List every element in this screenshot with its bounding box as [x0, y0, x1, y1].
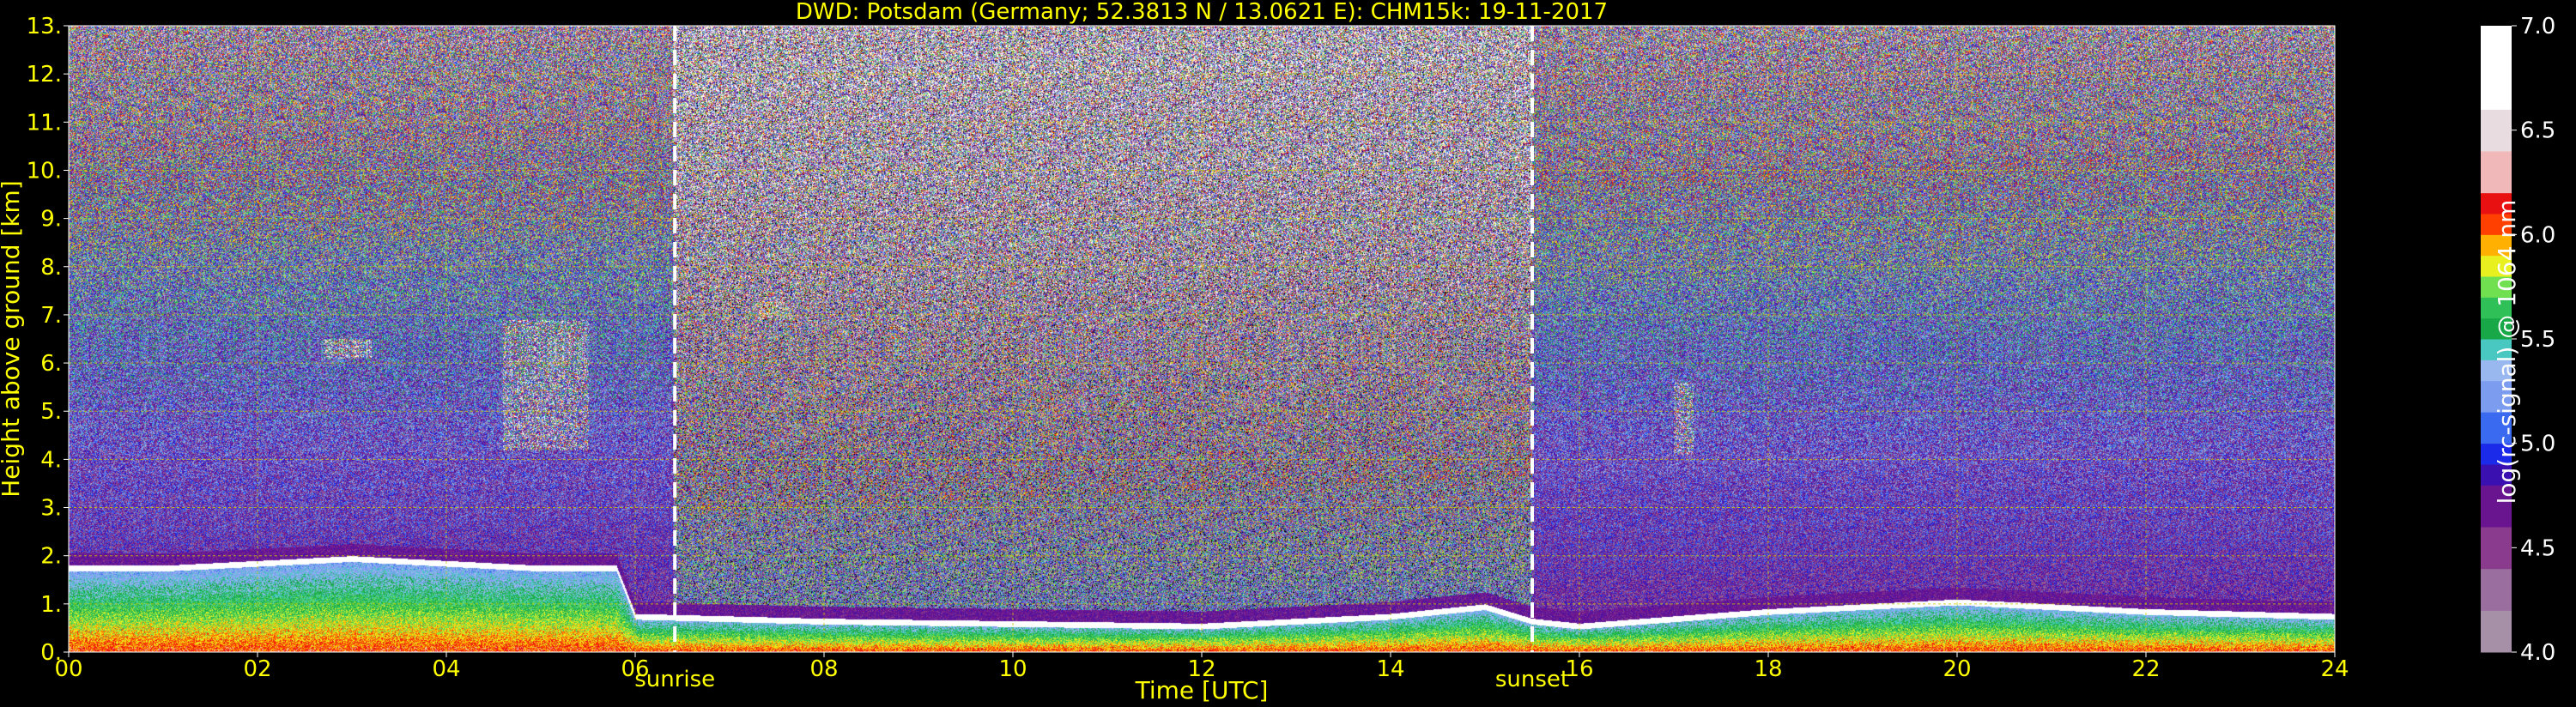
y-tick-labels: 0.1.2.3.4.5.6.7.8.9.10.11.12.13.: [27, 14, 69, 666]
colorbar-segment: [2481, 568, 2512, 611]
colorbar-segment: [2481, 151, 2512, 194]
colorbar-segment: [2481, 527, 2512, 570]
colorbar-tick-label: 7.0: [2520, 14, 2555, 39]
colorbar-tick-label: 6.0: [2520, 222, 2555, 248]
colorbar-label: log(rc-signal) @ 1064 nm: [2493, 200, 2521, 505]
x-tick-label: 02: [243, 656, 271, 682]
x-tick-label: 08: [809, 656, 838, 682]
x-tick-label: 14: [1376, 656, 1404, 682]
x-tick-label: 04: [432, 656, 460, 682]
y-axis-label: Height above ground [km]: [0, 180, 25, 498]
y-tick-label: 10.: [27, 158, 62, 184]
x-tick-label: 22: [2131, 656, 2160, 682]
y-tick-label: 9.: [40, 207, 62, 233]
x-tick-label: 06: [621, 656, 649, 682]
x-tick-label: 10: [998, 656, 1027, 682]
ceilometer-figure: sunrise sunset DWD: Potsdam (Germany; 52.…: [0, 0, 2576, 707]
colorbar-segment: [2481, 26, 2512, 110]
y-tick-label: 3.: [40, 496, 62, 522]
colorbar-segment: [2481, 109, 2512, 152]
x-tick-label: 24: [2320, 656, 2349, 682]
y-tick-label: 13.: [27, 14, 62, 39]
y-tick-label: 11.: [27, 110, 62, 136]
y-tick-label: 6.: [40, 351, 62, 377]
x-tick-label: 16: [1565, 656, 1593, 682]
grid-lines: [68, 26, 2336, 652]
colorbar-tick-label: 4.0: [2520, 640, 2555, 666]
x-axis-label: Time [UTC]: [1135, 676, 1269, 704]
colorbar-tick-label: 6.5: [2520, 118, 2555, 144]
x-tick-label: 18: [1754, 656, 1782, 682]
colorbar-segment: [2481, 610, 2512, 653]
y-tick-label: 12.: [27, 62, 62, 88]
colorbar-tick-label: 5.0: [2520, 432, 2555, 457]
x-tick-label: 00: [54, 656, 82, 682]
x-tick-label: 20: [1943, 656, 1971, 682]
chart-title: DWD: Potsdam (Germany; 52.3813 N / 13.06…: [796, 0, 1608, 25]
y-tick-label: 1.: [40, 592, 62, 618]
y-tick-label: 8.: [40, 255, 62, 281]
colorbar-tick-label: 5.5: [2520, 327, 2555, 353]
chart-overlay: sunrise sunset DWD: Potsdam (Germany; 52.…: [0, 0, 2555, 704]
y-tick-label: 4.: [40, 447, 62, 473]
sunset-label: sunset: [1495, 667, 1569, 692]
y-tick-label: 5.: [40, 399, 62, 425]
y-tick-label: 7.: [40, 303, 62, 329]
colorbar-tick-label: 4.5: [2520, 535, 2555, 561]
y-tick-label: 2.: [40, 544, 62, 570]
event-lines: sunrise sunset: [634, 26, 1569, 692]
